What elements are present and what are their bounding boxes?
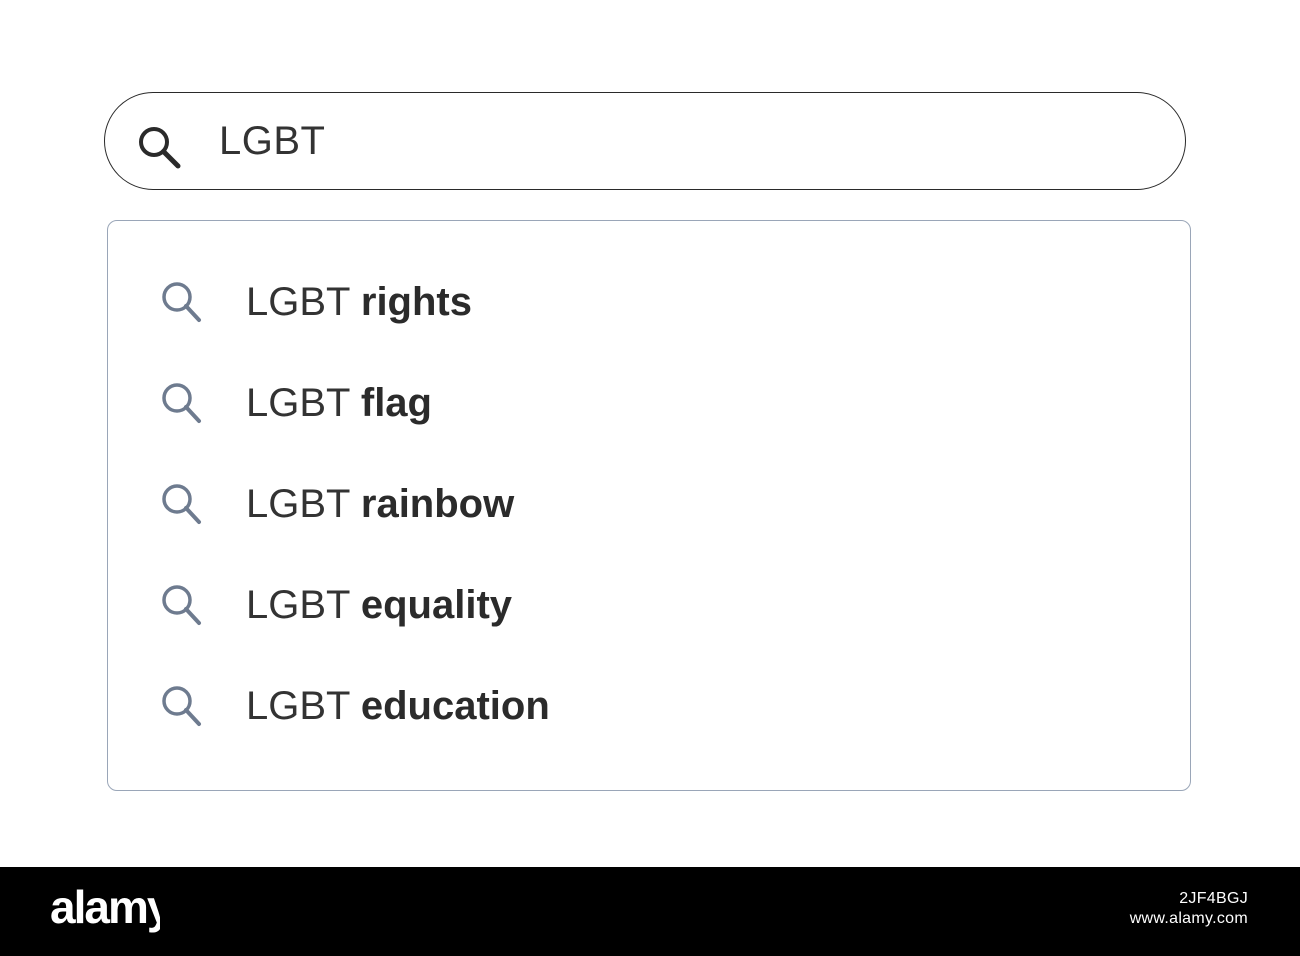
watermark-code: 2JF4BGJ www.alamy.com: [1130, 889, 1248, 929]
search-icon[interactable]: [135, 123, 187, 171]
svg-text:alamy: alamy: [50, 881, 160, 933]
search-query-text[interactable]: LGBT: [219, 117, 325, 165]
suggestion-prefix: LGBT: [246, 381, 350, 425]
search-icon: [162, 484, 201, 524]
suggestion-label: LGBT education: [246, 682, 550, 730]
suggestion-item-education[interactable]: LGBT education: [158, 676, 1138, 736]
search-icon: [162, 686, 201, 726]
suggestion-prefix: LGBT: [246, 583, 350, 627]
suggestion-item-rainbow[interactable]: LGBT rainbow: [158, 474, 1138, 534]
search-icon: [162, 585, 201, 625]
search-icon: [162, 282, 201, 322]
alamy-logo: alamy: [50, 881, 160, 933]
suggestion-completion: education: [360, 684, 550, 728]
suggestion-completion: flag: [360, 381, 432, 425]
suggestions-dropdown: LGBT rights LGBT flag LGBT rainbow LGBT …: [107, 220, 1191, 791]
search-icon: [162, 383, 201, 423]
suggestion-item-equality[interactable]: LGBT equality: [158, 575, 1138, 635]
suggestion-prefix: LGBT: [246, 482, 350, 526]
suggestion-prefix: LGBT: [246, 684, 350, 728]
page: LGBT LGBT rights LGBT flag LGBT rainbow: [0, 0, 1300, 956]
suggestion-prefix: LGBT: [246, 280, 350, 324]
suggestion-label: LGBT rainbow: [246, 480, 514, 528]
watermark-bar: alamy 2JF4BGJ www.alamy.com: [0, 867, 1300, 956]
suggestion-label: LGBT flag: [246, 379, 432, 427]
search-input[interactable]: LGBT: [104, 92, 1186, 190]
watermark-image-id: 2JF4BGJ: [1179, 890, 1248, 907]
suggestion-label: LGBT equality: [246, 581, 512, 629]
suggestion-item-rights[interactable]: LGBT rights: [158, 272, 1138, 332]
suggestion-completion: equality: [360, 583, 513, 627]
suggestion-label: LGBT rights: [246, 278, 472, 326]
suggestion-item-flag[interactable]: LGBT flag: [158, 373, 1138, 433]
suggestion-completion: rainbow: [360, 482, 515, 526]
watermark-site: www.alamy.com: [1129, 910, 1248, 927]
suggestion-completion: rights: [360, 280, 472, 324]
